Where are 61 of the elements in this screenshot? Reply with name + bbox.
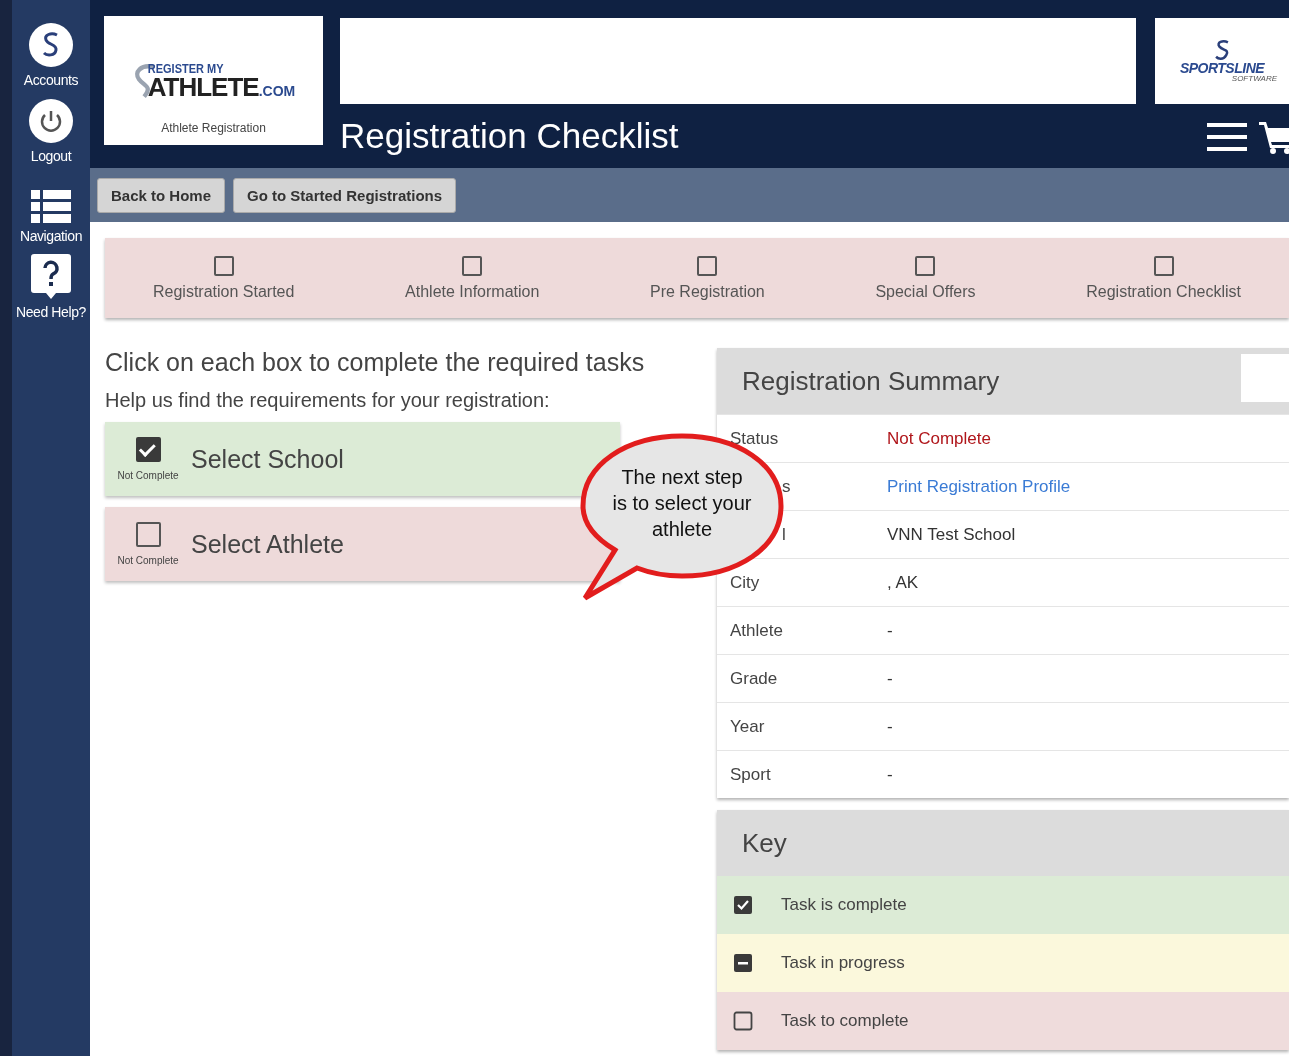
step-label[interactable]: Athlete Information <box>405 282 540 301</box>
logo-text: ATHLETE <box>147 73 259 100</box>
checkbox[interactable] <box>915 255 936 276</box>
summary-value: VNN Test School <box>887 524 1016 545</box>
summary-label: l <box>781 524 787 545</box>
step-label[interactable]: Registration Started <box>153 282 295 301</box>
toolbar-button[interactable]: Go to Started Registrations <box>233 177 457 213</box>
key-label: Task is complete <box>781 895 907 915</box>
empty-box-icon <box>733 1011 753 1031</box>
task-title: Select School <box>191 444 344 474</box>
checkbox[interactable] <box>135 522 161 547</box>
list-icon[interactable] <box>31 190 71 224</box>
page-title: Registration Checklist <box>340 116 680 156</box>
menu-icon[interactable] <box>1207 123 1247 151</box>
logo-text: .COM <box>258 83 296 98</box>
task-title: Select Athlete <box>191 529 344 559</box>
task-card[interactable]: Not Complete Select School <box>105 422 620 496</box>
checkbox[interactable] <box>135 437 161 462</box>
checkbox[interactable] <box>462 255 483 276</box>
summary-value: Not Complete <box>887 428 991 449</box>
summary-value: - <box>887 764 893 785</box>
instructions-heading: Click on each box to complete the required tasks <box>105 348 646 377</box>
summary-label: Sport <box>730 764 772 785</box>
summary-label: Grade <box>730 668 779 689</box>
key-label: Task in progress <box>781 953 905 973</box>
power-icon[interactable] <box>28 98 74 144</box>
help-icon[interactable] <box>31 254 71 300</box>
logo-text: REGISTER MY <box>147 61 225 75</box>
summary-link[interactable]: Print Registration Profile <box>887 476 1071 497</box>
instructions-subheading: Help us find the requirements for your registration: <box>105 389 551 412</box>
summary-value: - <box>887 668 893 689</box>
checkbox[interactable] <box>213 255 234 276</box>
summary-value: - <box>887 620 893 641</box>
key-label: Task to complete <box>781 1011 909 1031</box>
task-status: Not Complete <box>117 555 179 566</box>
summary-label: City <box>730 572 761 593</box>
checkbox[interactable] <box>697 255 718 276</box>
step-label[interactable]: Registration Checklist <box>1086 282 1241 301</box>
logo-icon[interactable] <box>28 22 74 68</box>
sidebar-label[interactable]: Accounts <box>23 72 79 88</box>
checked-box-icon <box>733 895 753 915</box>
summary-label: Status <box>730 428 780 449</box>
step-label[interactable]: Pre Registration <box>650 282 765 301</box>
partner-name: SPORTSLINE <box>1179 61 1265 75</box>
step-label[interactable]: Special Offers <box>875 282 976 301</box>
checkbox[interactable] <box>1153 255 1174 276</box>
logo-caption: Athlete Registration <box>161 121 266 135</box>
sidebar-label[interactable]: Navigation <box>19 228 83 244</box>
partner-subtitle: SOFTWARE <box>1231 75 1277 83</box>
summary-label: Athlete <box>730 620 784 641</box>
sidebar-label[interactable]: Logout <box>30 148 72 164</box>
summary-value: - <box>887 716 893 737</box>
panel-title: Registration Summary <box>742 365 1000 397</box>
toolbar-button[interactable]: Back to Home <box>97 177 226 213</box>
sidebar-label[interactable]: Need Help? <box>16 304 86 320</box>
panel-title: Key <box>742 827 787 859</box>
summary-value: , AK <box>887 572 919 593</box>
partial-box-icon <box>733 953 753 973</box>
task-status: Not Complete <box>117 470 179 481</box>
summary-label: Year <box>730 716 766 737</box>
cart-icon[interactable] <box>1259 120 1289 154</box>
